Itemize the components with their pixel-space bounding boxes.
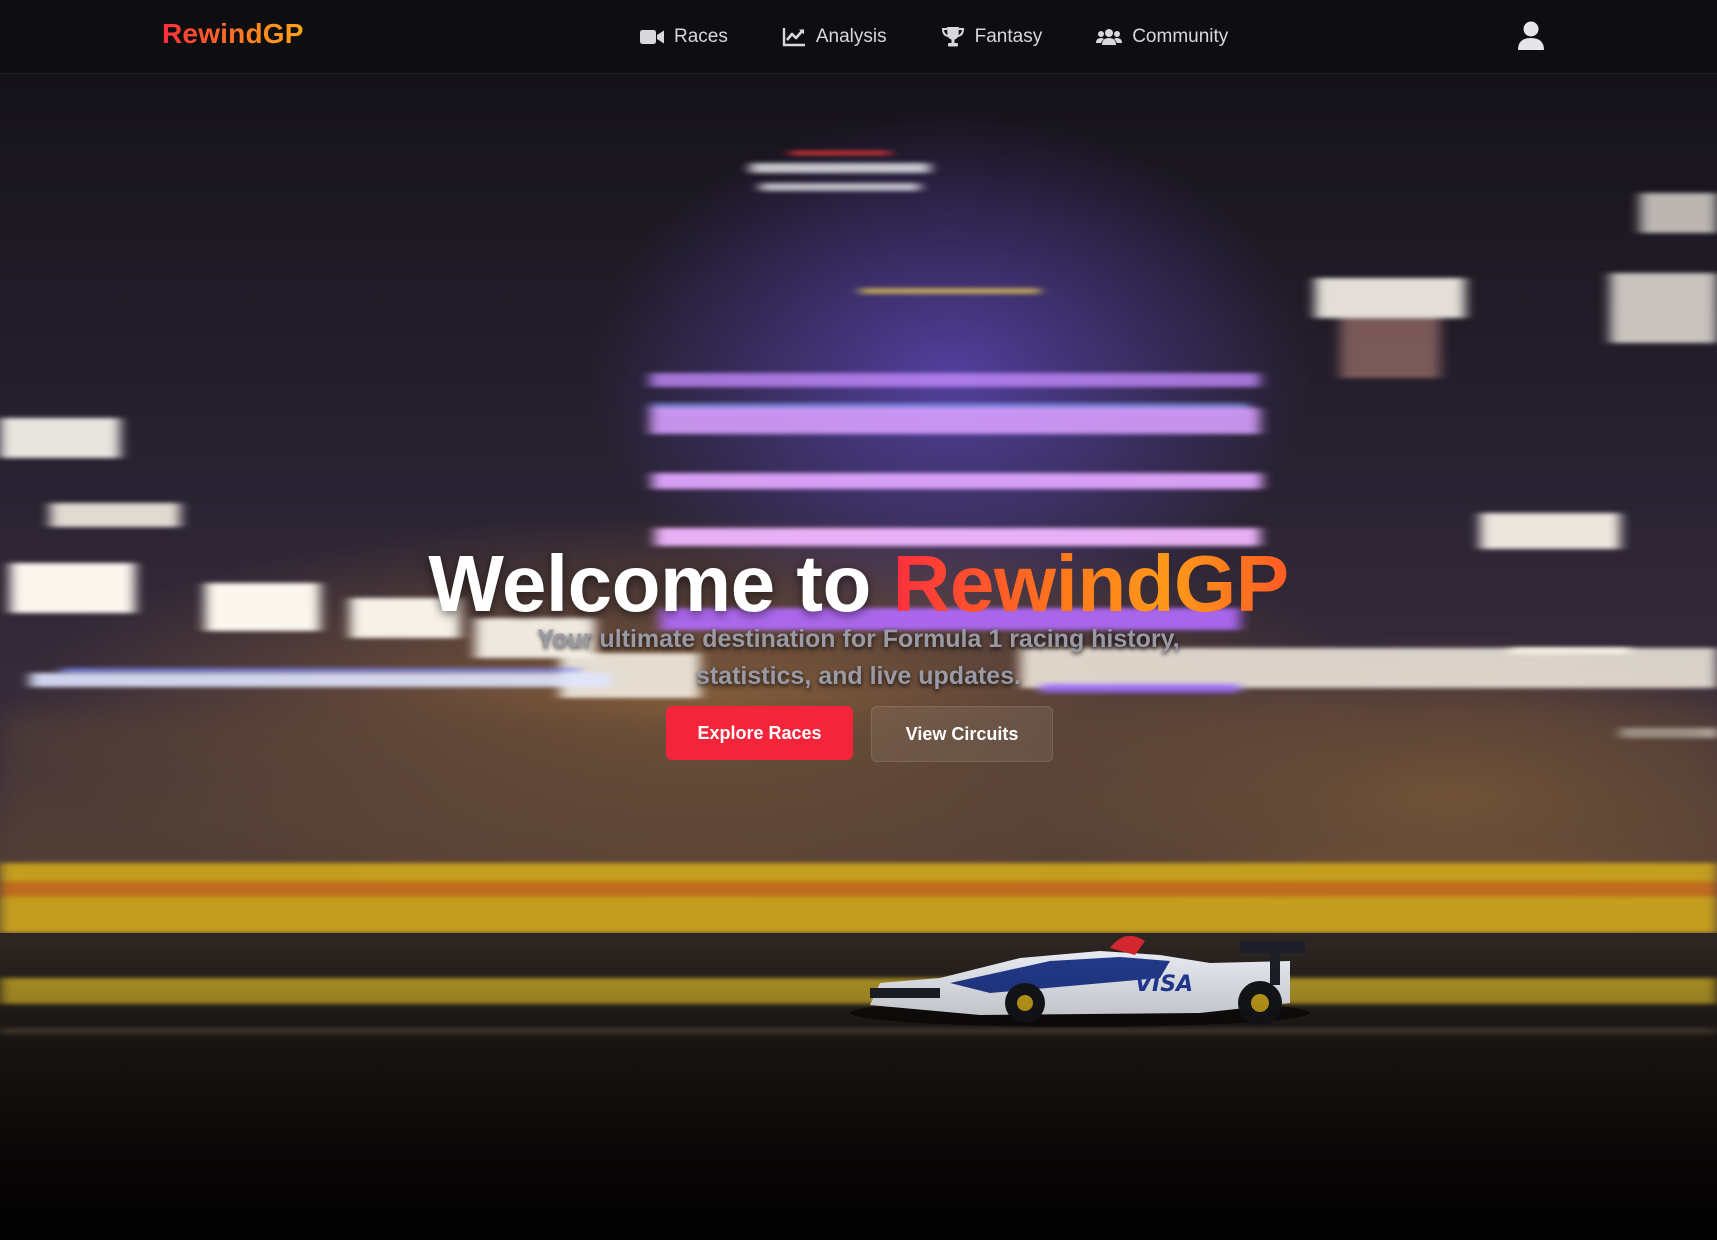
- top-navbar: RewindGP Races Analysis Fantasy Communit…: [0, 0, 1717, 74]
- nav-item-label: Races: [674, 26, 728, 47]
- brand-logo[interactable]: RewindGP: [162, 18, 304, 50]
- line-chart-icon: [782, 28, 805, 47]
- main-nav: Races Analysis Fantasy Community: [640, 22, 1228, 52]
- nav-item-label: Analysis: [815, 26, 887, 47]
- view-circuits-button[interactable]: View Circuits: [871, 706, 1053, 762]
- hero-title-accent: RewindGP: [892, 538, 1290, 628]
- users-icon: [1096, 29, 1123, 45]
- hero-title: Welcome to RewindGP: [0, 536, 1717, 632]
- user-icon[interactable]: [1518, 21, 1544, 56]
- nav-item-label: Fantasy: [974, 26, 1043, 47]
- nav-item-races[interactable]: Races: [640, 26, 728, 48]
- hero-title-prefix: Welcome to: [428, 538, 871, 628]
- explore-races-button[interactable]: Explore Races: [666, 706, 853, 760]
- trophy-icon: [941, 27, 964, 47]
- nav-item-fantasy[interactable]: Fantasy: [941, 26, 1043, 48]
- hero-subtitle: Your ultimate destination for Formula 1 …: [537, 625, 1180, 690]
- nav-item-community[interactable]: Community: [1096, 26, 1228, 48]
- video-camera-icon: [640, 30, 664, 44]
- nav-item-label: Community: [1132, 26, 1229, 47]
- nav-item-analysis[interactable]: Analysis: [782, 26, 887, 48]
